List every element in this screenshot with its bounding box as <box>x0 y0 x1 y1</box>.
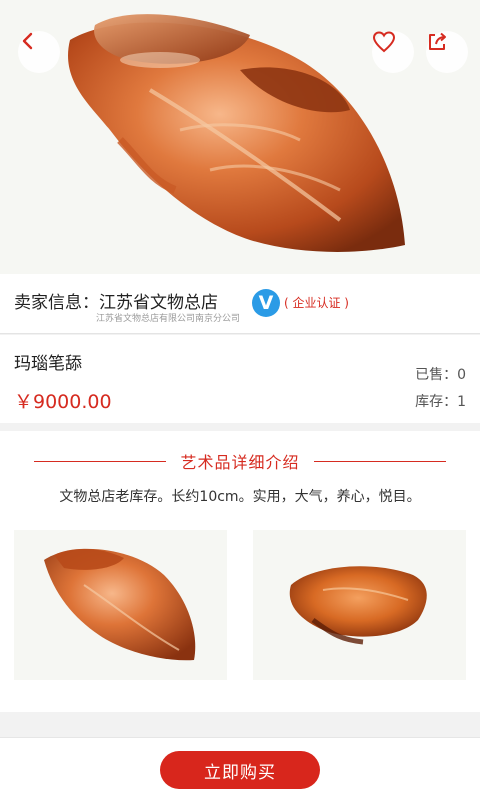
favorite-button[interactable] <box>372 31 414 73</box>
divider-right <box>313 460 446 462</box>
detail-image-2[interactable] <box>253 530 466 680</box>
detail-description: 文物总店老库存。长约10cm。实用，大气，养心，悦目。 <box>59 489 421 505</box>
detail-title: 艺术品详细介绍 <box>180 453 300 472</box>
bottom-bar: 立即购买 <box>0 737 480 800</box>
seller-company: 江苏省文物总店有限公司南京分公司 <box>96 314 241 324</box>
detail-section: 艺术品详细介绍 文物总店老库存。长约10cm。实用，大气，养心，悦目。 <box>0 431 480 712</box>
verified-badge-icon: V <box>252 289 280 317</box>
product-name: 玛瑙笔舔 <box>14 354 82 374</box>
agate-image-2 <box>289 566 427 645</box>
detail-heading: 艺术品详细介绍 <box>0 449 480 473</box>
heart-icon <box>372 31 396 53</box>
share-button[interactable] <box>426 31 468 73</box>
stock-count: 库存：1 <box>415 394 466 410</box>
share-icon <box>429 32 446 50</box>
product-price: ￥9000.00 <box>14 391 112 413</box>
product-info: 玛瑙笔舔 ￥9000.00 已售：0 库存：1 <box>0 335 480 423</box>
back-button[interactable] <box>18 31 60 73</box>
seller-info[interactable]: 卖家信息：江苏省文物总店 江苏省文物总店有限公司南京分公司 V ( 企业认证 ) <box>0 274 480 334</box>
certification-label: ( 企业认证 ) <box>284 296 349 310</box>
sold-count: 已售：0 <box>415 367 466 383</box>
agate-image-1 <box>44 548 196 661</box>
buy-now-button[interactable]: 立即购买 <box>160 751 320 789</box>
detail-image-1[interactable] <box>14 530 227 680</box>
product-hero-image[interactable] <box>0 0 480 274</box>
seller-name: 卖家信息：江苏省文物总店 <box>14 293 218 313</box>
chevron-left-icon <box>22 32 33 50</box>
divider-left <box>34 460 167 462</box>
